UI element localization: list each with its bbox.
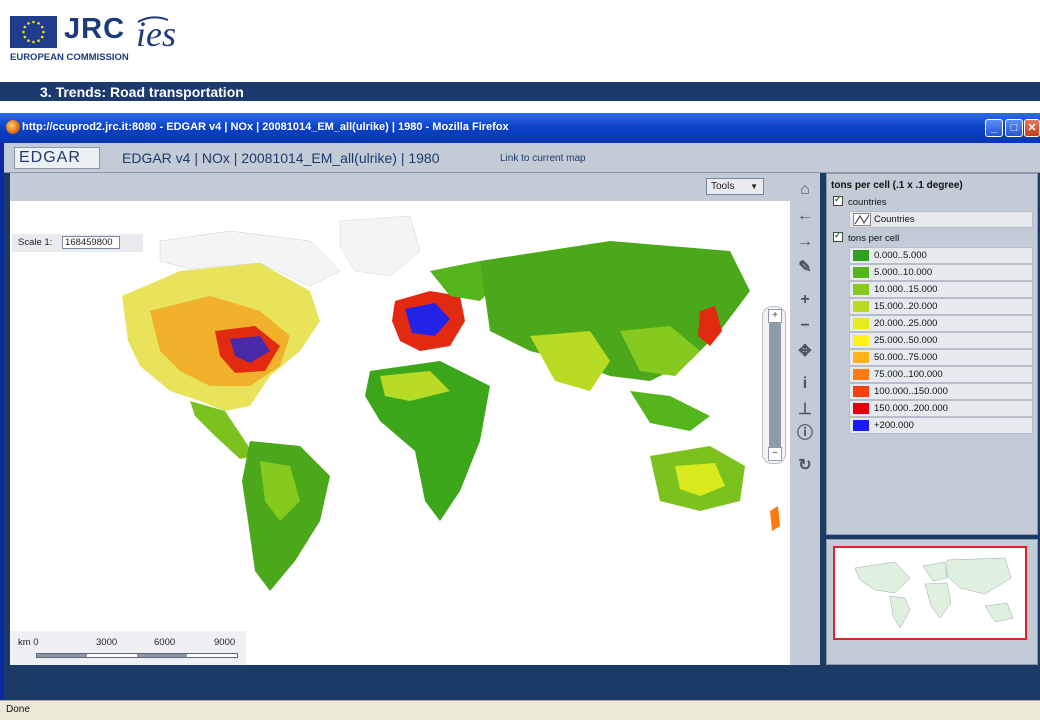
- layer-countries[interactable]: countries: [833, 194, 887, 210]
- legend-item: 150.000..200.000: [849, 400, 1033, 417]
- tools-dropdown[interactable]: Tools ▼: [706, 178, 764, 195]
- info-icon[interactable]: i: [794, 373, 816, 395]
- legend-item: 15.000..20.000: [849, 298, 1033, 315]
- measure-icon[interactable]: ✎: [794, 257, 816, 279]
- jrc-logo-text: JRC: [64, 13, 126, 45]
- zoom-slider-track[interactable]: [769, 323, 781, 449]
- chevron-down-icon: ▼: [750, 182, 758, 191]
- window-titlebar[interactable]: http://ccuprod2.jrc.it:8080 - EDGAR v4 |…: [0, 113, 1040, 143]
- status-bar: Done: [0, 700, 1040, 720]
- zoom-slider-plus-button[interactable]: +: [768, 309, 782, 323]
- legend-label: Countries: [874, 214, 915, 225]
- slide-title: 3. Trends: Road transportation: [40, 84, 244, 100]
- refresh-icon[interactable]: ↻: [794, 455, 816, 477]
- layer-label: countries: [848, 197, 887, 208]
- legend-panel: tons per cell (.1 x .1 degree) countries…: [826, 173, 1038, 535]
- scalebar-label: 3000: [96, 637, 118, 648]
- legend-item: 75.000..100.000: [849, 366, 1033, 383]
- color-swatch: [853, 352, 869, 363]
- checkbox[interactable]: [833, 230, 843, 242]
- layer-tons-per-cell[interactable]: tons per cell: [833, 230, 900, 246]
- forward-icon[interactable]: →: [794, 231, 816, 253]
- legend-label: 0.000..5.000: [874, 250, 927, 261]
- overview-panel: [826, 539, 1038, 665]
- legend-item: 20.000..25.000: [849, 315, 1033, 332]
- home-icon[interactable]: ⌂: [794, 179, 816, 201]
- scale-box: Scale 1: 168459800: [12, 234, 143, 252]
- legend-label: 75.000..100.000: [874, 369, 943, 380]
- zoom-slider[interactable]: + −: [762, 306, 786, 464]
- legend-label: 15.000..20.000: [874, 301, 938, 312]
- scalebar-label: 9000: [214, 637, 236, 648]
- checkbox[interactable]: [833, 194, 843, 206]
- scalebar: km 0 3000 6000 9000: [10, 631, 246, 665]
- scale-input[interactable]: 168459800: [62, 236, 120, 249]
- legend-label: 100.000..150.000: [874, 386, 948, 397]
- legend-item: 100.000..150.000: [849, 383, 1033, 400]
- map-panel: Tools ▼ Scale 1: 168459800 + − km 0 3000…: [10, 173, 820, 665]
- link-to-current-map[interactable]: Link to current map: [500, 153, 586, 164]
- legend-label: 20.000..25.000: [874, 318, 938, 329]
- legend-item: 10.000..15.000: [849, 281, 1033, 298]
- legend-label: 150.000..200.000: [874, 403, 948, 414]
- scalebar-label: 6000: [154, 637, 176, 648]
- map-canvas[interactable]: Scale 1: 168459800 + − km 0 3000 6000 90…: [10, 201, 790, 665]
- scale-label: Scale 1:: [18, 237, 53, 248]
- tools-label: Tools: [711, 181, 735, 192]
- legend-label: +200.000: [874, 420, 914, 431]
- zoom-out-icon[interactable]: −: [794, 315, 816, 337]
- scalebar-label: km 0: [18, 637, 39, 648]
- color-swatch: [853, 318, 869, 329]
- color-swatch: [853, 420, 869, 431]
- status-text: Done: [6, 704, 30, 715]
- color-swatch: [853, 386, 869, 397]
- maximize-button[interactable]: □: [1005, 119, 1023, 137]
- window-title: http://ccuprod2.jrc.it:8080 - EDGAR v4 |…: [22, 121, 509, 133]
- color-swatch: [853, 335, 869, 346]
- color-swatch: [853, 284, 869, 295]
- legend-item: +200.000: [849, 417, 1033, 434]
- edgar-logo[interactable]: EDGAR: [14, 147, 100, 169]
- world-map[interactable]: [10, 201, 790, 665]
- color-swatch: [853, 250, 869, 261]
- legend-label: 5.000..10.000: [874, 267, 933, 278]
- zoom-in-icon[interactable]: +: [794, 289, 816, 311]
- layer-label: tons per cell: [848, 233, 900, 244]
- legend-item: 25.000..50.000: [849, 332, 1033, 349]
- minimize-button[interactable]: _: [985, 119, 1003, 137]
- overview-map[interactable]: [833, 546, 1027, 640]
- page-content: EDGAR EDGAR v4 | NOx | 20081014_EM_all(u…: [4, 143, 1040, 703]
- zoom-slider-minus-button[interactable]: −: [768, 447, 782, 461]
- ies-logo: ies: [132, 12, 202, 64]
- legend-label: 25.000..50.000: [874, 335, 938, 346]
- color-swatch: [853, 301, 869, 312]
- legend-item-countries: Countries: [849, 211, 1033, 228]
- color-swatch: [853, 267, 869, 278]
- app-title: EDGAR v4 | NOx | 20081014_EM_all(ulrike)…: [122, 150, 440, 166]
- close-button[interactable]: ✕: [1024, 119, 1040, 137]
- color-swatch: [853, 403, 869, 414]
- query-icon[interactable]: ⊥: [794, 399, 816, 421]
- identify-icon[interactable]: ⓘ: [794, 423, 816, 445]
- color-swatch: [853, 369, 869, 380]
- back-icon[interactable]: ←: [794, 205, 816, 227]
- eu-flag-logo: [10, 16, 57, 48]
- legend-label: 50.000..75.000: [874, 352, 938, 363]
- european-commission-text: EUROPEAN COMMISSION: [10, 52, 129, 63]
- scalebar-graphic: [36, 653, 238, 658]
- legend-item: 50.000..75.000: [849, 349, 1033, 366]
- line-icon: [853, 213, 871, 226]
- legend-item: 5.000..10.000: [849, 264, 1033, 281]
- firefox-icon: [6, 120, 20, 134]
- legend-item: 0.000..5.000: [849, 247, 1033, 264]
- pan-icon[interactable]: ✥: [794, 341, 816, 363]
- app-header: EDGAR EDGAR v4 | NOx | 20081014_EM_all(u…: [4, 143, 1040, 173]
- slide: JRC EUROPEAN COMMISSION ies 3. Trends: R…: [0, 0, 1040, 720]
- legend-label: 10.000..15.000: [874, 284, 938, 295]
- browser-window: http://ccuprod2.jrc.it:8080 - EDGAR v4 |…: [0, 113, 1040, 720]
- legend-title: tons per cell (.1 x .1 degree): [831, 180, 963, 191]
